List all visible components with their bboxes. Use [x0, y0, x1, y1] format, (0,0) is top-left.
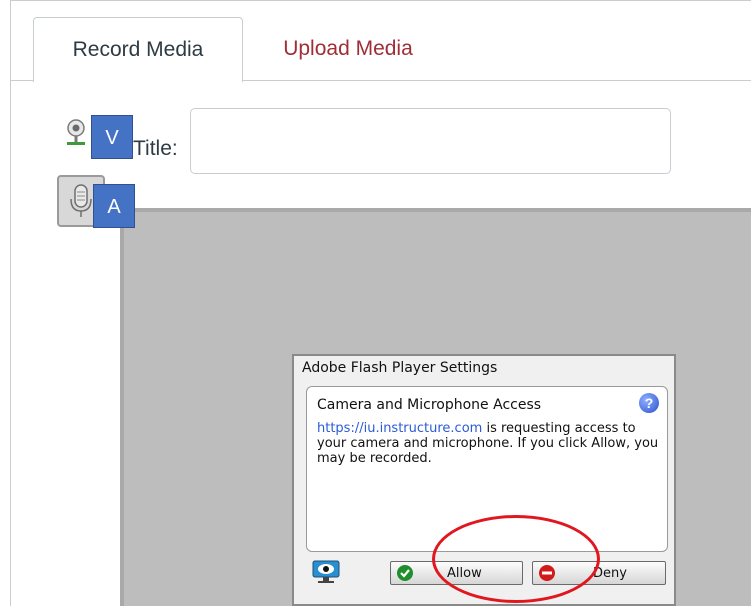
- webcam-icon[interactable]: [64, 118, 88, 148]
- camera-settings-icon[interactable]: [312, 560, 340, 584]
- allow-check-icon: [397, 565, 413, 581]
- flash-permission-message: https://iu.instructure.com is requesting…: [317, 421, 662, 466]
- audio-badge: A: [93, 184, 135, 228]
- help-icon[interactable]: ?: [639, 393, 659, 413]
- tab-bar: Record Media Upload Media: [11, 1, 751, 82]
- title-label: Title:: [133, 137, 178, 160]
- tab-upload-media[interactable]: Upload Media: [243, 17, 453, 82]
- requesting-site-link[interactable]: https://iu.instructure.com: [317, 421, 482, 436]
- tab-record-media[interactable]: Record Media: [33, 17, 243, 82]
- flash-permission-heading: Camera and Microphone Access: [317, 397, 542, 413]
- video-badge: V: [91, 115, 133, 159]
- flash-dialog-title: Adobe Flash Player Settings: [302, 360, 498, 376]
- allow-highlight-annotation: [432, 515, 600, 603]
- title-input[interactable]: [190, 108, 671, 174]
